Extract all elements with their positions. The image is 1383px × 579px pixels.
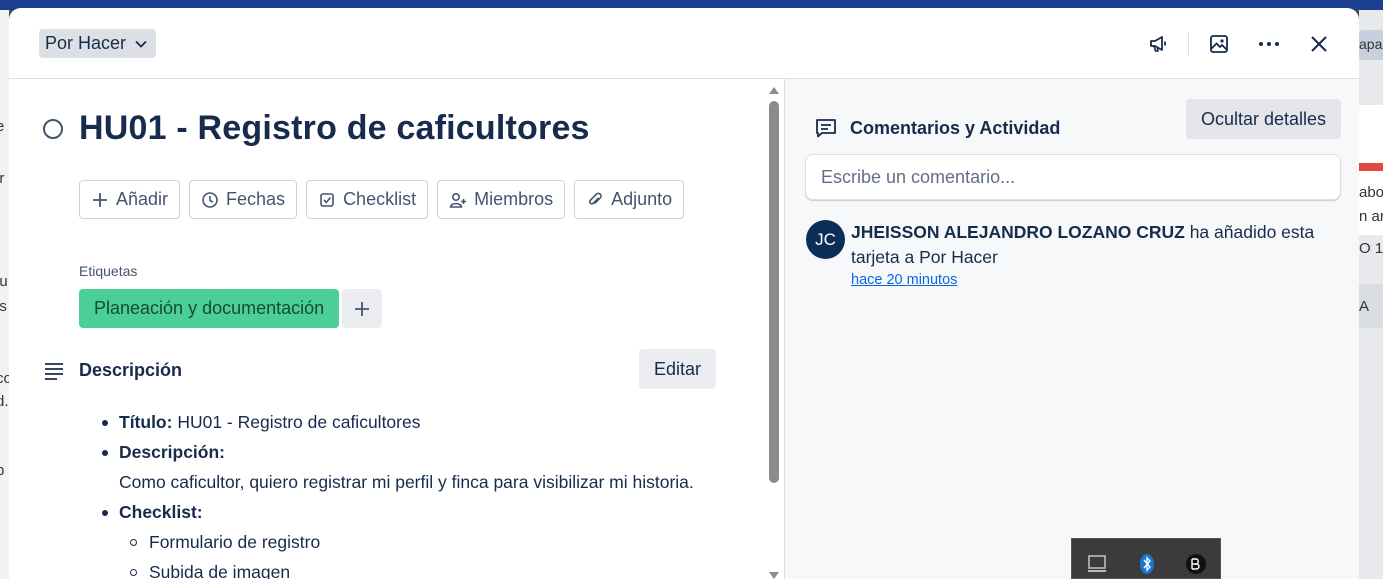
scrollbar[interactable] <box>766 79 782 579</box>
more-icon[interactable] <box>1253 28 1285 60</box>
list-item: Subida de imagen <box>79 557 719 579</box>
add-button-label: Añadir <box>116 189 169 209</box>
scroll-up-arrow-icon[interactable] <box>768 85 780 95</box>
checklist-key: Checklist: <box>119 502 203 522</box>
add-button[interactable]: Añadir <box>79 180 181 219</box>
activity-heading: Comentarios y Actividad <box>850 118 1061 138</box>
attachment-button[interactable]: Adjunto <box>574 180 685 219</box>
bg-text: e <box>0 118 5 135</box>
list-name: Por Hacer <box>45 33 127 53</box>
dates-button[interactable]: Fechas <box>189 180 298 219</box>
paperclip-icon <box>589 192 602 205</box>
board-left-edge: e ir iu is co d. p . <box>0 10 9 579</box>
plus-icon <box>355 301 369 316</box>
board-right-edge: apa nal abo n ar O 1 A <box>1359 10 1383 579</box>
bg-text: d. <box>0 393 9 410</box>
close-icon[interactable] <box>1303 28 1335 60</box>
attachment-button-label: Adjunto <box>611 189 673 209</box>
title-value: HU01 - Registro de caficultores <box>172 412 421 432</box>
checklist-item: Formulario de registro <box>149 532 321 552</box>
list-item: Descripción: <box>79 437 719 467</box>
scroll-down-arrow-icon[interactable] <box>768 571 780 579</box>
members-button[interactable]: Miembros <box>437 180 566 219</box>
bg-text: is <box>0 298 7 315</box>
chevron-down-icon <box>135 40 147 48</box>
bg-text: O 1 <box>1359 240 1383 257</box>
bg-text: iu <box>0 273 8 290</box>
edit-description-button[interactable]: Editar <box>639 349 717 389</box>
card-actions: Añadir Fechas Checklist Miembros Adjunto <box>79 180 685 219</box>
card-main-pane: HU01 - Registro de caficultores Añadir F… <box>9 79 784 579</box>
list-selector[interactable]: Por Hacer <box>39 29 157 58</box>
bg-text: A <box>1359 298 1370 315</box>
card-detail-modal: Por Hacer HU01 - Registro de caficultore… <box>9 8 1359 579</box>
comment-input[interactable] <box>805 154 1341 200</box>
dates-button-label: Fechas <box>226 189 286 209</box>
labels-caption: Etiquetas <box>79 263 138 279</box>
megaphone-icon[interactable] <box>1142 28 1174 60</box>
description-text: Como caficultor, quiero registrar mi per… <box>119 472 694 492</box>
header-divider <box>1188 32 1189 56</box>
description-key: Descripción: <box>119 442 225 462</box>
bg-card-cover <box>1359 163 1383 171</box>
checklist-button-label: Checklist <box>343 189 417 209</box>
description-body[interactable]: Título: HU01 - Registro de caficultores … <box>79 407 719 579</box>
checkbox-icon <box>320 192 334 207</box>
members-button-label: Miembros <box>474 189 554 209</box>
image-icon[interactable] <box>1203 28 1235 60</box>
list-item: Checklist: <box>79 497 719 527</box>
scrollbar-thumb[interactable] <box>769 101 779 483</box>
modal-header: Por Hacer <box>9 8 1359 79</box>
description-heading: Descripción <box>79 360 183 380</box>
add-label-button[interactable] <box>342 289 382 328</box>
checklist-button[interactable]: Checklist <box>306 180 429 219</box>
checklist-item: Subida de imagen <box>149 562 291 579</box>
bg-text: ir <box>0 170 5 187</box>
bluetooth-icon[interactable] <box>1136 553 1158 575</box>
complete-toggle[interactable] <box>43 119 63 139</box>
bg-chip: apa <box>1359 30 1383 60</box>
avatar[interactable]: JC <box>806 220 845 259</box>
hide-details-button[interactable]: Ocultar detalles <box>1186 99 1342 139</box>
system-tray-popup <box>1071 538 1221 579</box>
comment-icon <box>816 119 836 138</box>
card-title[interactable]: HU01 - Registro de caficultores <box>79 109 590 148</box>
title-key: Título: <box>119 412 173 432</box>
list-item: Formulario de registro <box>79 527 719 557</box>
app-icon[interactable] <box>1185 553 1207 575</box>
clock-icon <box>202 191 218 208</box>
description-icon <box>45 363 63 380</box>
bg-text: n ar <box>1359 208 1383 225</box>
activity-user[interactable]: JHEISSON ALEJANDRO LOZANO CRUZ <box>851 222 1185 242</box>
activity-pane: Comentarios y Actividad Ocultar detalles… <box>784 79 1359 579</box>
plus-icon <box>93 192 107 207</box>
display-icon[interactable] <box>1086 553 1108 575</box>
activity-timestamp-link[interactable]: hace 20 minutos <box>851 272 957 288</box>
bg-text: p <box>0 462 5 479</box>
bg-text: co <box>0 370 9 387</box>
list-item: Título: HU01 - Registro de caficultores <box>79 407 719 437</box>
bg-text: abo <box>1359 184 1383 201</box>
activity-entry-text: JHEISSON ALEJANDRO LOZANO CRUZ ha añadid… <box>851 220 1321 270</box>
label-chip[interactable]: Planeación y documentación <box>79 289 340 328</box>
add-member-icon <box>449 192 467 208</box>
